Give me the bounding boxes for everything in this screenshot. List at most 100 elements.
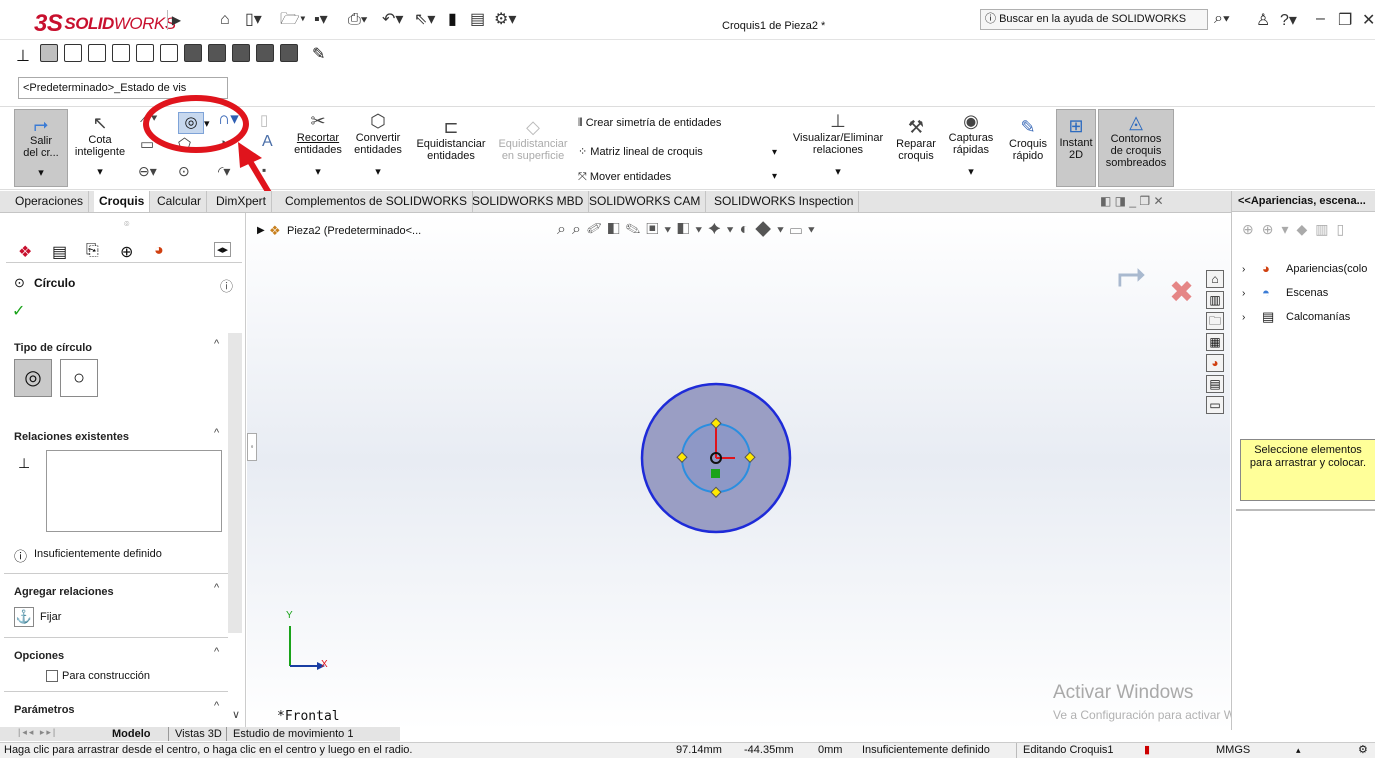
search-icon[interactable]: ⌕▾ [1214,10,1230,28]
tab-calcular[interactable]: Calcular [152,191,208,212]
save-icon[interactable]: ▪▾ [314,10,328,30]
exit-sketch-button[interactable]: ⮣ Salir del cr... ▾ [14,109,68,187]
undo-icon[interactable]: ↶▾ [382,10,403,30]
custom-properties-tab-icon[interactable]: ▤ [1206,375,1224,393]
repair-sketch-button[interactable]: ⚒ Reparar croquis [892,109,940,187]
box-view-10-icon[interactable] [256,44,274,62]
text-tool-icon[interactable]: A [262,133,273,151]
tab-inspection[interactable]: SOLIDWORKS Inspection [709,191,860,212]
for-construction-checkbox[interactable] [46,670,58,682]
menu-expand-arrow-icon[interactable]: ▶ [167,10,185,30]
view-palette-tab-icon[interactable]: ▦ [1206,333,1224,351]
collapse-opciones-chevron-icon[interactable]: ^ [214,646,219,658]
status-settings-icon[interactable]: ⚙ [1358,743,1368,758]
select-pointer-icon[interactable]: ⇖▾ [414,10,435,30]
box-view-4-icon[interactable] [112,44,130,62]
tab-estudio-movimiento[interactable]: Estudio de movimiento 1 [226,727,353,741]
expand-appearances-icon[interactable]: › [1242,264,1245,275]
sketch-pen-icon[interactable]: ✎ [312,44,325,64]
task-pane-header[interactable]: <<Apariencias, escena... [1232,191,1375,212]
point-tool-icon[interactable]: ▪ [262,163,266,177]
tab-modelo[interactable]: Modelo [112,727,151,741]
snaps-dropdown-icon[interactable]: ▾ [944,166,998,178]
box-view-7-icon[interactable] [184,44,202,62]
box-view-8-icon[interactable] [208,44,226,62]
help-menu-icon[interactable]: ?▾ [1280,10,1297,30]
design-library-tab-icon[interactable]: ▥ [1206,291,1224,309]
arc-tool-icon[interactable]: ◑ [218,135,227,152]
box-view-11-icon[interactable] [280,44,298,62]
open-document-icon[interactable]: 🗁▾ [280,10,306,30]
viewport-window-controls[interactable]: ◧ ◨ _ ❐ ✕ [1100,194,1164,208]
collapse-relaciones-chevron-icon[interactable]: ^ [214,427,219,439]
file-explorer-tab-icon[interactable]: 🗀 [1206,312,1224,330]
quick-snaps-button[interactable]: ◉ Capturas rápidas ▾ [944,109,998,187]
collapse-parametros-chevron-icon[interactable]: ^ [214,700,219,712]
move-dropdown-icon[interactable]: ▾ [772,171,777,182]
box-view-2-icon[interactable] [64,44,82,62]
panel-collapse-handle-icon[interactable]: ◦ [247,433,257,461]
tab-dimxpert[interactable]: DimXpert [211,191,273,212]
instant-2d-button[interactable]: ⊞ Instant 2D [1056,109,1096,187]
tab-scroll-arrows-icon[interactable]: |◂◂ ▸▸| [18,727,98,741]
configuration-manager-tab-icon[interactable]: ⎘ [86,242,99,260]
box-view-3-icon[interactable] [88,44,106,62]
scroll-down-icon[interactable]: ∨ [232,708,240,721]
solidworks-logo[interactable]: 3S SOLIDWORKS [34,10,176,38]
home-icon[interactable]: ⌂ [220,10,230,30]
circle-tool-button[interactable]: ◎ [178,112,204,134]
rapid-sketch-button[interactable]: ✎ Croquis rápido [1004,109,1052,187]
existing-relations-list[interactable] [46,450,222,532]
display-manager-tab-icon[interactable]: ◕ [154,242,164,260]
tab-vistas-3d[interactable]: Vistas 3D [168,727,222,741]
panel-scrollbar[interactable] [228,333,242,633]
convert-dropdown-icon[interactable]: ▾ [348,166,408,178]
shaded-sketch-contours-button[interactable]: ◬ Contornos de croquis sombreados [1098,109,1174,187]
units-dropdown-icon[interactable]: ▴ [1296,743,1301,758]
tree-decals[interactable]: Calcomanías [1286,311,1350,323]
offset-entities-button[interactable]: ⊏ Equidistanciar entidades [410,109,492,187]
box-front-view-icon[interactable] [40,44,58,62]
line-tool-icon[interactable]: ⟋▾ [140,109,158,126]
sketch-canvas[interactable] [247,213,1230,730]
file-properties-icon[interactable]: ▤ [470,10,485,30]
status-units[interactable]: MMGS [1216,743,1250,758]
rebuild-icon[interactable]: ▮ [448,10,457,30]
new-document-icon[interactable]: ▯▾ [245,10,262,30]
rebuild-indicator-icon[interactable]: ▮ [1144,743,1150,758]
tab-cam[interactable]: SOLIDWORKS CAM [584,191,707,212]
expand-decals-icon[interactable]: › [1242,312,1245,323]
move-entities-button[interactable]: ⤧ Mover entidades [578,171,671,184]
tab-mbd[interactable]: SOLIDWORKS MBD [467,191,590,212]
feature-tree-tab-icon[interactable]: ❖ [18,242,32,262]
exit-sketch-dropdown-icon[interactable]: ▾ [15,167,67,179]
box-view-5-icon[interactable] [136,44,154,62]
tree-appearances[interactable]: Apariencias(colo [1286,263,1367,275]
pattern-dropdown-icon[interactable]: ▾ [772,147,777,158]
normal-to-icon[interactable]: ⊥ [16,46,30,66]
configuration-selector[interactable]: <Predeterminado>_Estado de vis [18,77,228,99]
print-icon[interactable]: ⎙▾ [348,10,368,30]
forum-tab-icon[interactable]: ▭ [1206,396,1224,414]
tab-operaciones[interactable]: Operaciones [10,191,90,212]
slot-tool-icon[interactable]: ⊖▾ [138,163,157,180]
help-icon[interactable]: ⓘ [220,276,233,295]
collapse-agregar-chevron-icon[interactable]: ^ [214,582,219,594]
polygon-tool-icon[interactable]: ⬠ [178,135,191,153]
dimxpert-manager-tab-icon[interactable]: ⊕ [120,242,133,262]
fillet-tool-icon[interactable]: ◜▾ [218,163,230,180]
trim-dropdown-icon[interactable]: ▾ [290,166,346,178]
tree-scenes[interactable]: Escenas [1286,287,1328,299]
spline-tool-icon[interactable]: ∩▾ [218,109,239,129]
smart-dimension-button[interactable]: ↖ Cota inteligente ▾ [70,109,130,187]
home-tab-icon[interactable]: ⌂ [1206,270,1224,288]
circle-tool-dropdown-icon[interactable]: ▾ [204,117,210,130]
ellipse-tool-icon[interactable]: ⊙ [178,163,190,180]
convert-entities-button[interactable]: ⬡ Convertir entidades ▾ [348,109,408,187]
linear-pattern-button[interactable]: ⁘ Matriz lineal de croquis [578,145,703,158]
perimeter-circle-button[interactable]: ○ [60,359,98,397]
collapse-chevron-icon[interactable]: ^ [214,338,219,350]
panel-grip-icon[interactable]: ⌾ [124,219,129,230]
tab-complementos[interactable]: Complementos de SOLIDWORKS [280,191,474,212]
expand-scenes-icon[interactable]: › [1242,288,1245,299]
